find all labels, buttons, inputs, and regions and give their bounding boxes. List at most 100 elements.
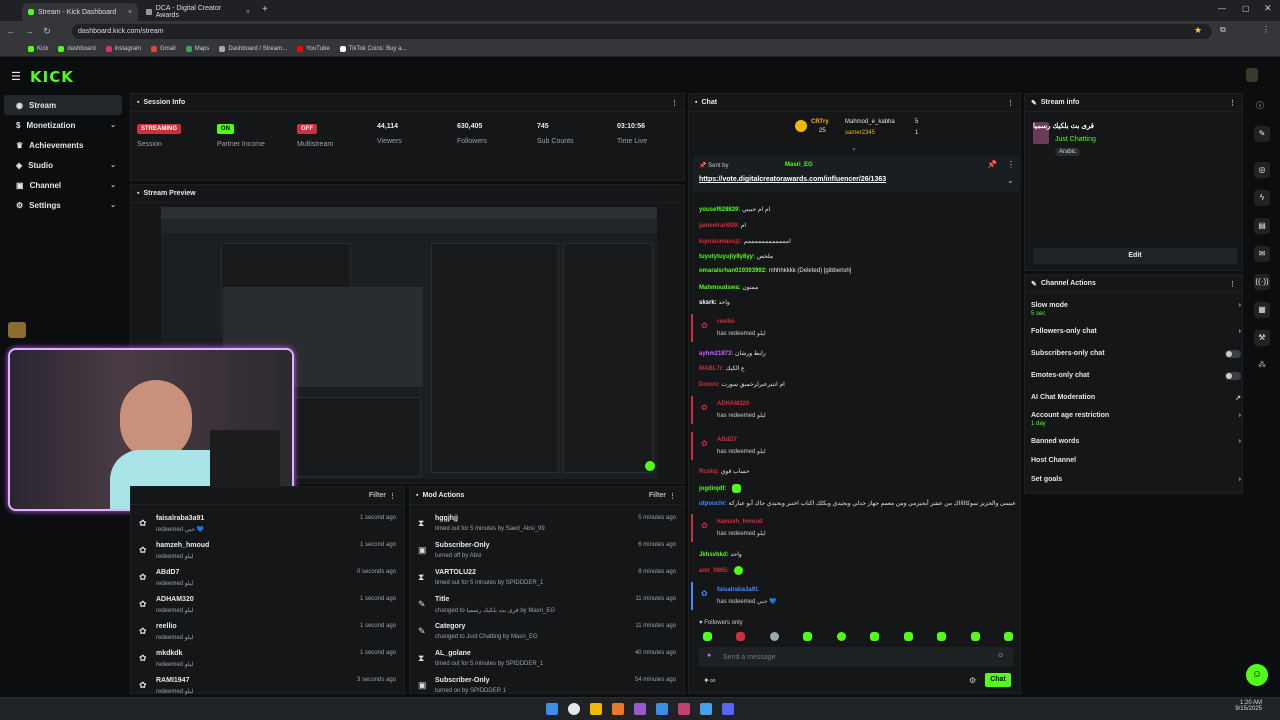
maximize-icon[interactable]: ▢ (1242, 4, 1250, 13)
window-close-icon[interactable]: ✕ (1264, 3, 1272, 14)
send-chat-button[interactable]: Chat (985, 673, 1011, 687)
chat-tool-icon[interactable]: ✉ (1254, 246, 1270, 262)
list-item[interactable]: ✿ RAMI1947 redeemed ليلو 3 seconds ago (131, 673, 404, 700)
chevron-down-icon[interactable]: ⌄ (851, 144, 857, 152)
chat-username[interactable]: utpouchr: (699, 501, 727, 507)
app-icon[interactable] (612, 703, 624, 715)
list-item[interactable]: ✿ ABdD7 redeemed ليلو 0 seconds ago (131, 565, 404, 592)
chrome-icon[interactable] (568, 703, 580, 715)
bookmark-instagram[interactable]: instagram (105, 45, 141, 52)
more-icon[interactable]: ⋮ (1007, 99, 1014, 107)
chat-username[interactable]: yousef628839: (699, 207, 740, 213)
chat-username[interactable]: hamzeh_hmoud (717, 519, 763, 525)
more-icon[interactable]: ⋮ (671, 99, 678, 107)
ai-moderation-row[interactable]: AI Chat Moderation ↗ (1031, 394, 1241, 402)
chat-username[interactable]: MABL7r: (699, 366, 724, 372)
chat-message[interactable]: ayhm21873: رابط ورشان (699, 350, 766, 357)
bookmark-gmail[interactable]: Gmail (151, 45, 176, 52)
more-icon[interactable]: ⋮ (1229, 99, 1236, 107)
close-icon[interactable]: × (128, 9, 132, 16)
chat-username[interactable]: omaralsrhan019393992: (699, 268, 767, 274)
redeem-message[interactable]: ✿ reellio has redeemed ليلو (691, 314, 1017, 342)
bookmark-maps[interactable]: Maps (185, 45, 209, 52)
layout-tool-icon[interactable]: ▦ (1254, 302, 1270, 318)
chat-message[interactable]: Mahmoudswa: ممنون (699, 284, 758, 291)
chat-tools-icon[interactable]: ✦∞ (703, 676, 715, 685)
redeem-message[interactable]: ✿ ADHAM320 has redeemed ليلو (691, 396, 1017, 424)
emote-icon[interactable] (803, 632, 813, 641)
app-icon[interactable] (634, 703, 646, 715)
emote-icon[interactable] (769, 632, 779, 641)
bolt-tool-icon[interactable]: ϟ (1254, 190, 1270, 206)
edit-tool-icon[interactable]: ✎ (1254, 126, 1270, 142)
chat-username[interactable]: Mahmoudswa: (699, 285, 741, 291)
chat-username[interactable]: tuyutytuyujiy8y8yy: (699, 254, 755, 260)
emote-icon[interactable] (903, 632, 913, 641)
table-row[interactable]: ▣ Subscriber-Only turned off by Absi 6 minu… (410, 538, 684, 565)
chat-message[interactable]: tuyutytuyujiy8y8yy: ملخص (699, 253, 773, 260)
redeem-message[interactable]: ✿ hamzeh_hmoud has redeemed ليلو (691, 514, 1017, 542)
steam-icon[interactable] (700, 703, 712, 715)
subscribers-only-toggle[interactable] (1225, 350, 1241, 358)
chat-message[interactable]: amr_0865: (699, 566, 744, 575)
clock[interactable]: 1:20 AM 9/15/2025 (1226, 700, 1262, 712)
chat-username[interactable]: ADHAM320 (717, 401, 749, 407)
broadcast-tool-icon[interactable]: ((·)) (1254, 274, 1270, 290)
pinned-message[interactable]: 📌 Sent by Masri_EG https://vote.digitalc… (693, 156, 1019, 192)
sidebar-item-studio[interactable]: ◈ Studio ⌄ (4, 155, 122, 175)
emotes-only-toggle[interactable] (1225, 372, 1241, 380)
chat-message[interactable]: Rcskq: حساب قوي (699, 468, 750, 475)
chat-username[interactable]: ayhm21873: (699, 351, 733, 357)
edit-button[interactable]: Edit (1033, 248, 1237, 264)
chat-message[interactable]: jameelrah909: ام (699, 222, 746, 229)
bookmark-dashboard-stream[interactable]: Dashboard / Stream... (219, 45, 287, 52)
chat-message[interactable]: Jkhsvbkd: واحد (699, 551, 742, 558)
help-chat-button[interactable]: ☺ (1246, 664, 1268, 686)
hamburger-menu-icon[interactable]: ☰ (11, 70, 21, 83)
bookmark-youtube[interactable]: YouTube (297, 45, 330, 52)
emote-icon[interactable] (736, 632, 746, 641)
table-row[interactable]: ⧗ AL_golane timed out for 5 minutes by SPI… (410, 646, 684, 673)
menu-dots-icon[interactable]: ⋮ (1262, 25, 1270, 34)
share-icon[interactable]: ⁂ (1258, 360, 1266, 369)
chat-message[interactable]: kqmaismaosjz: اممممممممممممم (699, 238, 791, 245)
top-gifter-name[interactable]: Mahmod_e_kabha (845, 119, 895, 125)
pin-icon[interactable]: 📌 (987, 160, 997, 169)
app-icon[interactable] (656, 703, 668, 715)
url-input[interactable]: dashboard.kick.com/stream (72, 24, 1212, 39)
more-icon[interactable]: ⋮ (1007, 160, 1015, 169)
pinned-link[interactable]: https://vote.digitalcreatorawards.com/in… (699, 176, 886, 183)
bookmark-kick[interactable]: Kick (28, 45, 48, 52)
emote-icon[interactable] (836, 632, 846, 641)
more-icon[interactable]: ⋮ (389, 492, 396, 500)
bookmark-dashboard[interactable]: dashboard (58, 45, 96, 52)
profile-avatar[interactable] (1246, 68, 1258, 82)
emotes-only-row[interactable]: Emotes-only chat (1031, 372, 1241, 380)
account-age-row[interactable]: Account age restriction 1 day › (1031, 412, 1241, 427)
chat-message[interactable]: yousef628839: ام ام حبيبي (699, 206, 770, 213)
chat-username[interactable]: reellio (717, 319, 735, 325)
bookmark-tiktok[interactable]: TikTok Coins: Buy a... (339, 45, 406, 52)
filter-button[interactable]: Filter (649, 492, 666, 499)
top-gifter-name[interactable]: samer2345 (845, 130, 875, 136)
banned-words-row[interactable]: Banned words › (1031, 438, 1241, 445)
emote-icon[interactable] (703, 632, 712, 641)
emote-icon[interactable] (1003, 632, 1013, 641)
emoji-icon[interactable]: ☺ (997, 652, 1004, 659)
table-row[interactable]: ⧗ hggjhjj timed out for 5 minutes by Saed_… (410, 511, 684, 538)
chevron-down-icon[interactable]: ⌄ (1007, 176, 1014, 185)
emote-icon[interactable] (870, 632, 880, 641)
chat-message[interactable]: MABL7r: ع الكيك (699, 365, 745, 372)
wrench-tool-icon[interactable]: ⚒ (1254, 330, 1270, 346)
bookmark-star-icon[interactable]: ★ (1194, 25, 1202, 36)
camera-tool-icon[interactable]: ◎ (1254, 162, 1270, 178)
redeem-message[interactable]: ✿ ABdD7 has redeemed ليلو (691, 432, 1017, 460)
sidebar-item-channel[interactable]: ▣ Channel ⌄ (4, 175, 122, 195)
sidebar-item-monetization[interactable]: $ Monetization ⌄ (4, 115, 122, 135)
chat-username[interactable]: ABdD7 (717, 437, 737, 443)
list-item[interactable]: ✿ hamzeh_hmoud redeemed ليلو 1 second ago (131, 538, 404, 565)
discord-icon[interactable] (722, 703, 734, 715)
extensions-icon[interactable]: ⧉ (1220, 25, 1226, 35)
followers-only-row[interactable]: Followers-only chat › (1031, 328, 1241, 335)
sidebar-item-settings[interactable]: ⚙ Settings ⌄ (4, 195, 122, 215)
